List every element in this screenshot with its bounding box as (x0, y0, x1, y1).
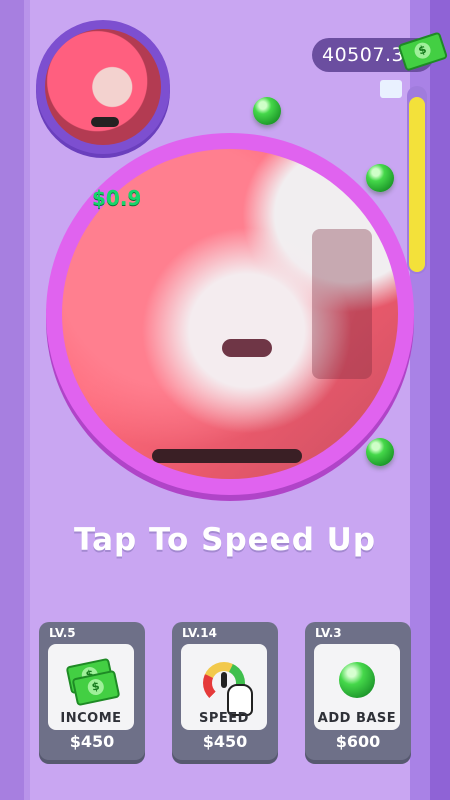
upgrade-speed-card[interactable]: LV.14 SPEED $450 (172, 622, 278, 760)
upgrade-name: SPEED (199, 711, 249, 726)
tap-to-speed-up-prompt: Tap To Speed Up (73, 522, 377, 558)
earn-popup: $0.9 (92, 186, 142, 210)
green-ball (253, 97, 281, 125)
upgrade-name: ADD BASE (317, 711, 397, 726)
avatar-photo (45, 29, 161, 145)
upgrade-price: $450 (202, 732, 248, 751)
speed-progress-fill (409, 97, 425, 272)
upgrade-price: $600 (335, 732, 381, 751)
right-rail (430, 0, 450, 800)
upgrade-price: $450 (69, 732, 115, 751)
upgrade-add-base-card[interactable]: LV.3 ADD BASE $600 (305, 622, 411, 760)
green-ball (366, 438, 394, 466)
left-rail-inner (24, 0, 30, 800)
speed-progress-bar (407, 86, 427, 274)
balance-amount: 40507.3 (322, 44, 405, 66)
upgrade-level: LV.3 (315, 626, 342, 640)
player-avatar[interactable] (36, 20, 170, 154)
progress-pointer (380, 80, 402, 98)
upgrade-level: LV.14 (182, 626, 217, 640)
green-ball (366, 164, 394, 192)
green-ball-icon (339, 662, 375, 698)
upgrade-income-card[interactable]: LV.5 $ $ INCOME $450 (39, 622, 145, 760)
upgrade-name: INCOME (60, 711, 122, 726)
upgrade-panel: ADD BASE (314, 644, 400, 730)
upgrade-panel: $ $ INCOME (48, 644, 134, 730)
left-rail (0, 0, 24, 800)
upgrade-panel: SPEED (181, 644, 267, 730)
upgrade-level: LV.5 (49, 626, 76, 640)
